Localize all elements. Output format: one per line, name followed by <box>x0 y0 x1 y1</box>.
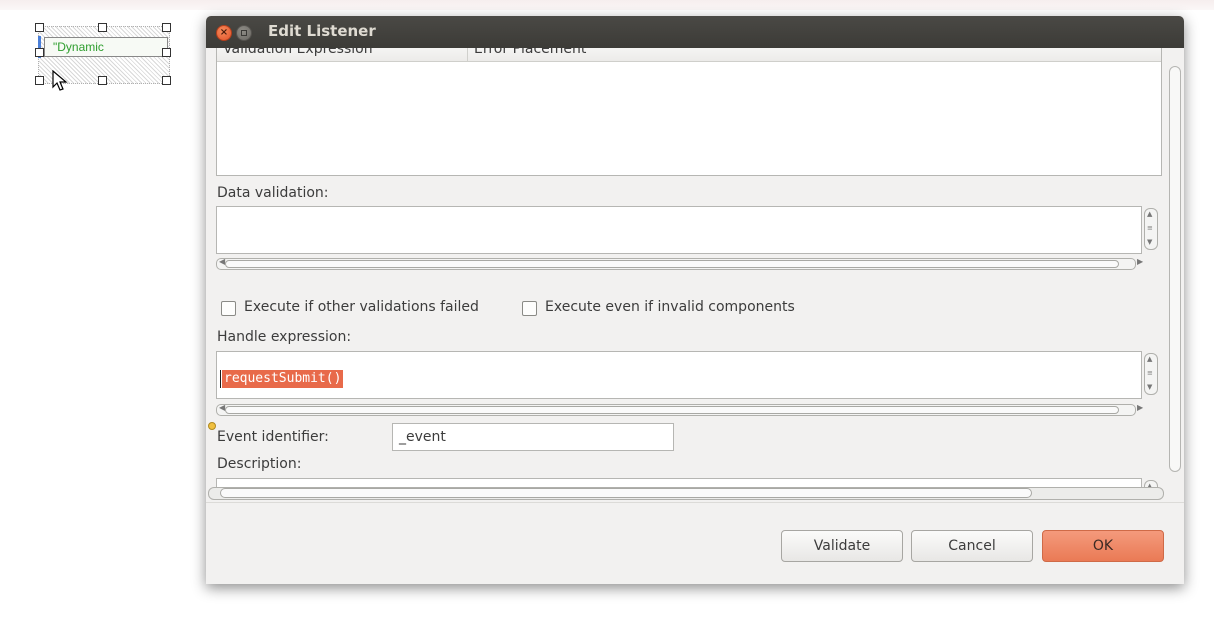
handle-expression-label: Handle expression: <box>217 329 352 345</box>
execute-if-failed-checkbox[interactable] <box>221 301 236 316</box>
data-validation-hscroll[interactable]: ◀ ▶ <box>216 257 1143 270</box>
dialog-titlebar: × Edit Listener <box>206 16 1184 48</box>
table-header: Validation Expression Error Placement <box>217 48 1161 62</box>
ok-button[interactable]: OK <box>1042 530 1164 562</box>
data-validation-input[interactable] <box>216 206 1142 254</box>
validators-table[interactable]: Validation Expression Error Placement <box>216 48 1162 176</box>
data-validation-vscroll[interactable]: ▲ ≡ ▼ <box>1144 208 1158 250</box>
lightbulb-icon[interactable] <box>208 422 216 430</box>
column-header-validation-expression[interactable]: Validation Expression <box>217 48 468 61</box>
dialog-vertical-scrollbar[interactable] <box>1168 48 1182 488</box>
handle-expression-text: requestSubmit() <box>222 370 344 388</box>
dialog-horizontal-scrollbar[interactable] <box>206 486 1168 500</box>
description-label: Description: <box>217 456 302 472</box>
dialog-hscroll-thumb[interactable] <box>220 488 1032 498</box>
data-validation-label: Data validation: <box>217 185 329 201</box>
hscroll-thumb[interactable] <box>225 406 1119 414</box>
widget-label: "Dynamic <box>44 37 168 57</box>
event-identifier-label: Event identifier: <box>217 429 329 445</box>
dialog-vscroll-thumb[interactable] <box>1169 66 1181 472</box>
button-bar-separator <box>206 502 1184 503</box>
hscroll-thumb[interactable] <box>225 260 1119 268</box>
close-icon[interactable]: × <box>216 25 232 41</box>
resize-handle-s[interactable] <box>98 76 107 85</box>
minimize-icon[interactable] <box>236 25 252 41</box>
resize-handle-w[interactable] <box>35 48 44 57</box>
edit-listener-dialog: × Edit Listener Validation Expression Er… <box>206 16 1184 584</box>
handle-expression-vscroll[interactable]: ▲ ≡ ▼ <box>1144 353 1158 395</box>
mouse-pointer-icon <box>52 70 68 91</box>
handle-expression-hscroll[interactable]: ◀ ▶ <box>216 403 1143 416</box>
resize-handle-nw[interactable] <box>35 23 44 32</box>
execute-if-failed-label[interactable]: Execute if other validations failed <box>244 299 479 315</box>
column-header-error-placement[interactable]: Error Placement <box>468 48 894 61</box>
resize-handle-sw[interactable] <box>35 76 44 85</box>
cancel-button[interactable]: Cancel <box>911 530 1033 562</box>
window-top-strip <box>0 0 1214 10</box>
resize-handle-se[interactable] <box>162 76 171 85</box>
dialog-title: Edit Listener <box>268 22 376 40</box>
execute-if-invalid-checkbox[interactable] <box>522 301 537 316</box>
designer-selected-widget[interactable]: "Dynamic <box>35 23 171 91</box>
dialog-content: Validation Expression Error Placement Da… <box>206 48 1184 494</box>
text-caret <box>220 370 221 388</box>
execute-if-invalid-label[interactable]: Execute even if invalid components <box>545 299 795 315</box>
event-identifier-input[interactable]: _event <box>392 423 674 451</box>
resize-handle-n[interactable] <box>98 23 107 32</box>
handle-expression-input[interactable] <box>216 351 1142 399</box>
validate-button[interactable]: Validate <box>781 530 903 562</box>
resize-handle-e[interactable] <box>162 48 171 57</box>
resize-handle-ne[interactable] <box>162 23 171 32</box>
